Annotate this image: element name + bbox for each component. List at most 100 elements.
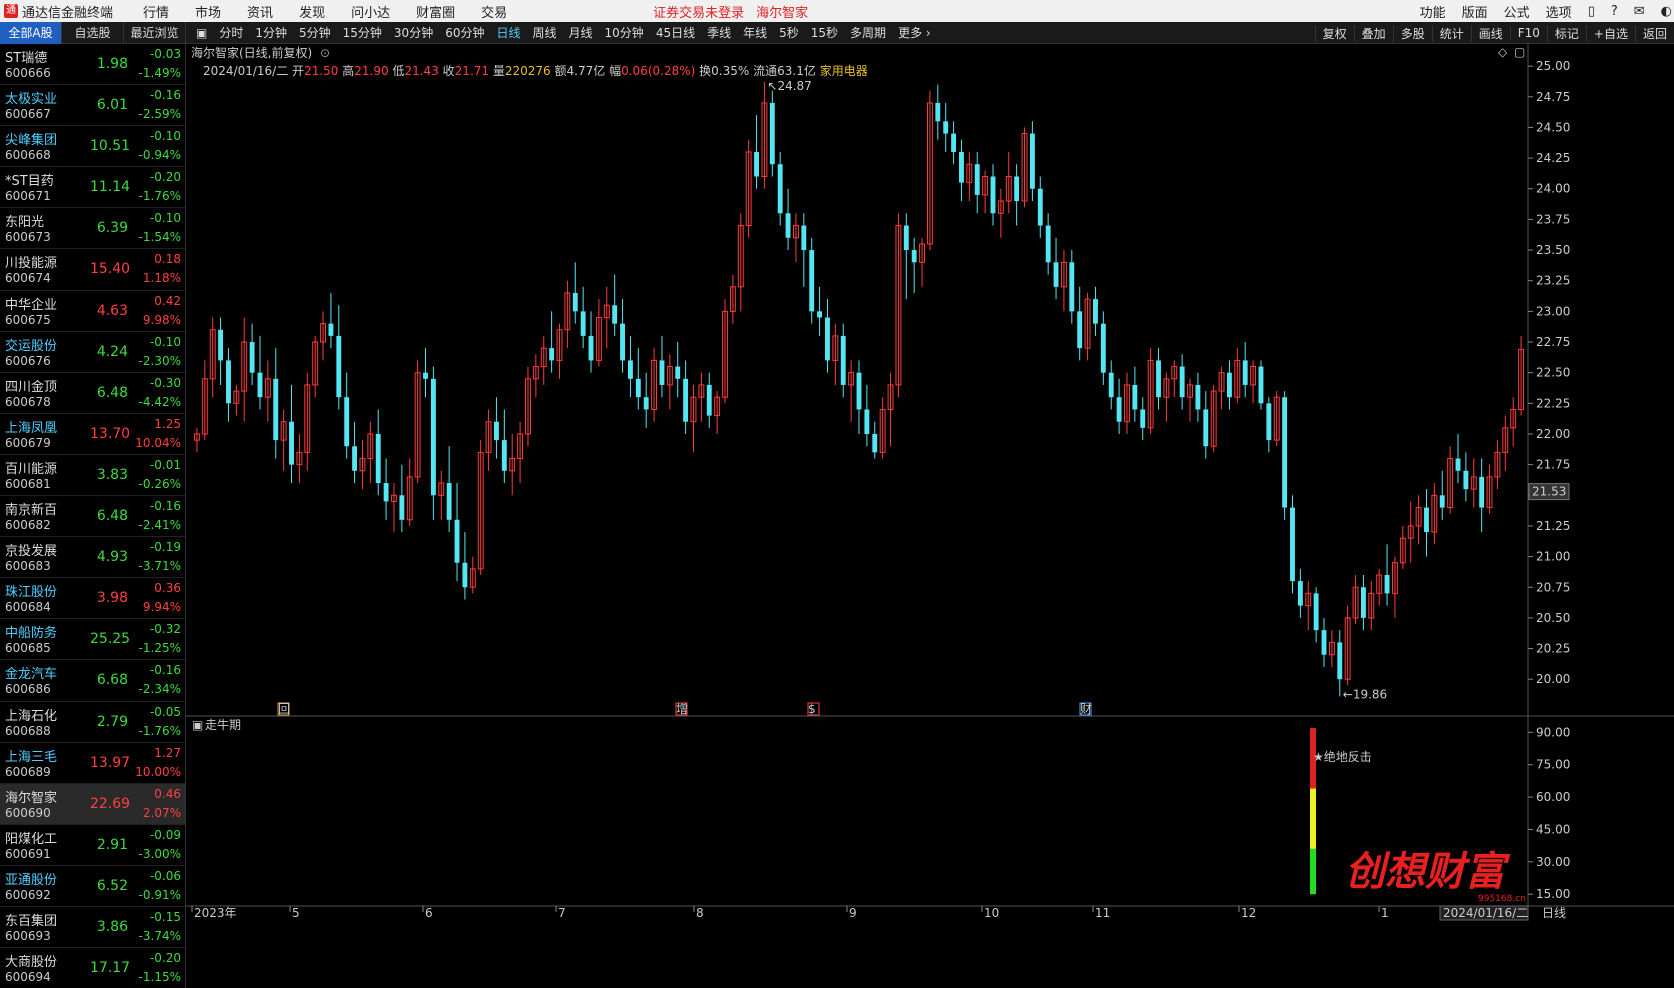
- event-marker: 增: [676, 702, 688, 716]
- signal-label: ★绝地反击: [1313, 749, 1372, 764]
- cursor-price-label: 21.53: [1532, 485, 1566, 499]
- indicator-menu-icon: ▣: [192, 718, 203, 732]
- candle-body: [809, 250, 815, 312]
- candle-body: [446, 483, 452, 520]
- price-tick-label: 23.50: [1536, 243, 1570, 257]
- candle-body: [1226, 372, 1232, 398]
- candle-body: [612, 305, 618, 324]
- candle-body: [1053, 262, 1059, 287]
- event-marker: $: [808, 702, 816, 716]
- bottom-period-label: 日线: [1542, 906, 1566, 920]
- settings-icon: ◇: [1498, 45, 1508, 59]
- candle-body: [1266, 403, 1272, 441]
- candle-body: [549, 348, 555, 361]
- candle-body: [1093, 299, 1098, 324]
- candle-body: [257, 372, 263, 398]
- candle-body: [620, 323, 625, 361]
- watermark-url: 995168.cn: [1478, 894, 1526, 904]
- current-date-label: 2024/01/16/二: [1443, 906, 1528, 920]
- candle-body: [1100, 323, 1106, 373]
- indicator-name: 走牛期: [205, 717, 241, 732]
- candle-body: [935, 102, 941, 122]
- price-tick-label: 22.00: [1536, 427, 1570, 441]
- candle-body: [1455, 458, 1461, 471]
- candle-body: [336, 335, 342, 398]
- candle-body: [1313, 593, 1319, 631]
- candle-body: [706, 384, 712, 416]
- candle-body: [375, 433, 381, 484]
- time-tick-label: 10: [984, 906, 999, 920]
- time-tick-label: 5: [292, 906, 300, 920]
- candle-body: [856, 372, 862, 410]
- candle-body: [951, 133, 957, 152]
- candle-body: [454, 519, 460, 563]
- time-tick-label: 6: [425, 906, 433, 920]
- time-tick-label: 9: [849, 906, 857, 920]
- candle-body: [430, 378, 436, 496]
- event-marker: 回: [278, 702, 290, 716]
- candle-body: [1140, 409, 1146, 428]
- candle-body: [249, 342, 255, 373]
- min-price-annotation: ←19.86: [1343, 687, 1387, 701]
- candle-body: [494, 421, 499, 441]
- price-tick-label: 21.75: [1536, 458, 1570, 472]
- price-tick-label: 24.00: [1536, 182, 1570, 196]
- max-price-annotation: ↖24.87: [767, 79, 811, 93]
- candle-body: [675, 366, 681, 379]
- candle-body: [990, 176, 996, 214]
- price-tick-label: 24.25: [1536, 151, 1570, 165]
- candle-body: [785, 213, 791, 238]
- candle-body: [344, 397, 350, 447]
- candle-body: [754, 151, 759, 177]
- time-tick-label: 8: [696, 906, 704, 920]
- candle-body: [352, 446, 358, 471]
- price-tick-label: 23.25: [1536, 274, 1570, 288]
- candle-body: [226, 360, 231, 404]
- candle-body: [777, 164, 783, 214]
- candle-body: [959, 151, 964, 183]
- candle-body: [399, 495, 405, 520]
- candle-body: [840, 335, 846, 385]
- candle-body: [864, 409, 870, 434]
- candle-body: [1337, 642, 1343, 680]
- price-tick-label: 22.75: [1536, 335, 1570, 349]
- price-tick-label: 23.00: [1536, 304, 1570, 318]
- candle-body: [423, 372, 428, 379]
- event-marker: 财: [1080, 702, 1092, 716]
- kline-chart[interactable]: 25.00 24.75 24.50 24.25 24.00 23.75 23.50 23.25…: [0, 0, 1674, 988]
- indicator-tick-label: 15.00: [1536, 887, 1570, 901]
- candle-body: [1203, 409, 1209, 447]
- candle-body: [1037, 188, 1043, 226]
- candle-body: [1029, 133, 1035, 189]
- candle-body: [1258, 366, 1264, 404]
- candle-body: [1195, 384, 1201, 410]
- indicator-tick-label: 30.00: [1536, 855, 1570, 869]
- price-tick-label: 25.00: [1536, 59, 1570, 73]
- candle-body: [273, 378, 279, 441]
- indicator-tick-label: 45.00: [1536, 822, 1570, 836]
- candle-body: [817, 311, 823, 318]
- candle-body: [1424, 507, 1429, 533]
- candle-body: [1479, 476, 1485, 508]
- time-tick-label: 12: [1241, 906, 1256, 920]
- candle-body: [289, 421, 294, 465]
- price-tick-label: 21.00: [1536, 550, 1570, 564]
- candle-body: [218, 329, 224, 361]
- candle-body: [588, 335, 594, 361]
- candle-body: [801, 225, 807, 251]
- candle-body: [501, 440, 507, 471]
- candle-body: [1116, 397, 1122, 422]
- time-tick-label: 11: [1095, 906, 1110, 920]
- candle-body: [1242, 360, 1248, 385]
- price-tick-label: 22.25: [1536, 396, 1570, 410]
- candle-body: [1108, 372, 1114, 398]
- watermark-logo: 创想财富: [1345, 848, 1511, 895]
- candle-body: [1179, 366, 1185, 398]
- price-tick-label: 20.00: [1536, 672, 1570, 686]
- indicator-bar-segment: [1310, 788, 1316, 849]
- price-tick-label: 23.75: [1536, 212, 1570, 226]
- candle-body: [825, 317, 830, 361]
- price-tick-label: 20.25: [1536, 642, 1570, 656]
- candle-body: [1014, 176, 1020, 202]
- price-tick-label: 20.50: [1536, 611, 1570, 625]
